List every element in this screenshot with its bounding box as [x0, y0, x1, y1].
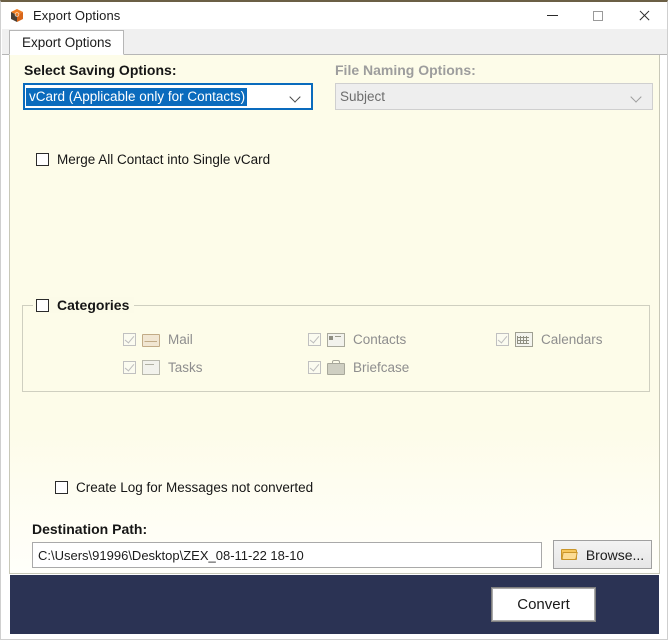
close-button[interactable] — [621, 2, 667, 29]
maximize-button[interactable] — [575, 2, 621, 29]
minimize-button[interactable] — [529, 2, 575, 29]
chevron-down-icon — [291, 92, 300, 101]
title-bar: Export Options — [1, 2, 667, 29]
tab-export-options[interactable]: Export Options — [9, 30, 125, 55]
mail-icon — [142, 333, 160, 347]
footer-bar: Convert — [10, 575, 659, 634]
file-naming-label: File Naming Options: — [335, 62, 476, 78]
mail-checkbox[interactable] — [123, 333, 136, 346]
browse-button[interactable]: Browse... — [553, 540, 652, 569]
browse-button-label: Browse... — [585, 546, 645, 563]
app-cube-icon — [8, 7, 26, 25]
category-item-calendars[interactable]: Calendars — [496, 332, 603, 347]
folder-icon — [560, 548, 578, 561]
file-naming-value: Subject — [340, 89, 386, 104]
mail-label: Mail — [168, 332, 193, 347]
create-log-checkbox-row[interactable]: Create Log for Messages not converted — [55, 480, 313, 495]
contacts-icon — [327, 332, 345, 347]
export-options-window: Export Options Export Options Select Sav… — [0, 0, 668, 640]
destination-path-label: Destination Path: — [32, 521, 148, 537]
convert-button-label: Convert — [517, 596, 570, 613]
briefcase-icon — [327, 359, 345, 375]
categories-group: Categories Mail Contacts Calendars Tasks… — [22, 297, 650, 392]
destination-path-input[interactable]: C:\Users\91996\Desktop\ZEX_08-11-22 18-1… — [32, 542, 542, 568]
merge-contacts-label: Merge All Contact into Single vCard — [57, 152, 271, 167]
file-naming-dropdown[interactable]: Subject — [335, 83, 653, 110]
saving-options-value: vCard (Applicable only for Contacts) — [26, 87, 248, 106]
content-panel: Select Saving Options: vCard (Applicable… — [9, 55, 660, 574]
close-icon — [638, 10, 650, 22]
window-controls — [529, 2, 667, 29]
calendars-checkbox[interactable] — [496, 333, 509, 346]
tab-strip: Export Options — [2, 29, 667, 55]
tasks-label: Tasks — [168, 360, 203, 375]
calendars-icon — [515, 332, 533, 347]
window-title: Export Options — [33, 8, 121, 23]
category-item-tasks[interactable]: Tasks — [123, 360, 203, 375]
convert-button[interactable]: Convert — [492, 588, 595, 621]
tasks-checkbox[interactable] — [123, 361, 136, 374]
tab-label: Export Options — [22, 35, 112, 50]
merge-contacts-checkbox-row[interactable]: Merge All Contact into Single vCard — [36, 152, 270, 167]
tasks-icon — [142, 360, 160, 375]
calendars-label: Calendars — [541, 332, 603, 347]
create-log-label: Create Log for Messages not converted — [76, 480, 314, 495]
merge-contacts-checkbox[interactable] — [36, 153, 49, 166]
briefcase-label: Briefcase — [353, 360, 410, 375]
category-item-briefcase[interactable]: Briefcase — [308, 359, 410, 375]
content-inner: Select Saving Options: vCard (Applicable… — [10, 55, 659, 573]
contacts-checkbox[interactable] — [308, 333, 321, 346]
briefcase-checkbox[interactable] — [308, 361, 321, 374]
category-item-contacts[interactable]: Contacts — [308, 332, 406, 347]
contacts-label: Contacts — [353, 332, 407, 347]
category-item-mail[interactable]: Mail — [123, 332, 193, 347]
minimize-icon — [546, 15, 558, 16]
categories-legend-label: Categories — [57, 297, 130, 313]
saving-options-dropdown[interactable]: vCard (Applicable only for Contacts) — [23, 83, 313, 110]
destination-path-value: C:\Users\91996\Desktop\ZEX_08-11-22 18-1… — [38, 547, 304, 563]
categories-legend[interactable]: Categories — [33, 297, 135, 313]
maximize-icon — [593, 10, 603, 21]
chevron-down-icon — [632, 92, 641, 101]
create-log-checkbox[interactable] — [55, 481, 68, 494]
saving-options-label: Select Saving Options: — [24, 62, 177, 78]
categories-checkbox[interactable] — [36, 298, 49, 312]
